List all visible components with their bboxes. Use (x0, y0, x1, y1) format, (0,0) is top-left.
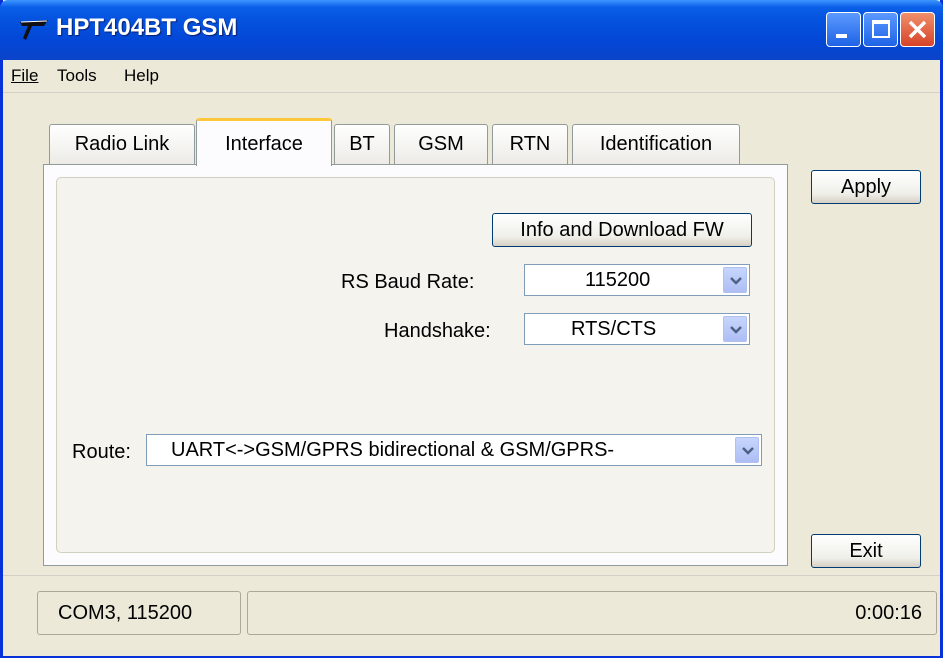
tab-label: BT (349, 133, 375, 155)
baud-rate-label: RS Baud Rate: (341, 271, 475, 293)
status-time-text: 0:00:16 (855, 602, 922, 624)
tab-interface[interactable]: Interface (196, 118, 332, 166)
main-window: HPT404BT GSM File Tools Help Radio Link … (0, 0, 943, 658)
status-port-panel: COM3, 115200 (37, 591, 241, 635)
tab-label: Radio Link (74, 133, 170, 155)
info-download-fw-button[interactable]: Info and Download FW (492, 213, 752, 247)
menu-file-label: File (11, 66, 39, 85)
baud-rate-select[interactable]: 115200 (524, 264, 750, 296)
menu-tools[interactable]: Tools (57, 66, 97, 86)
app-logo-icon (18, 18, 50, 42)
route-dropdown-button[interactable] (735, 437, 759, 463)
status-bar: COM3, 115200 0:00:16 (3, 575, 940, 656)
maximize-button[interactable] (863, 12, 898, 47)
status-port-text: COM3, 115200 (58, 602, 193, 624)
minimize-icon (836, 34, 847, 38)
route-label: Route: (72, 441, 131, 463)
tab-bt[interactable]: BT (334, 124, 390, 164)
handshake-value: RTS/CTS (571, 318, 657, 340)
tab-identification[interactable]: Identification (572, 124, 740, 164)
route-value: UART<->GSM/GPRS bidirectional & GSM/GPRS… (171, 439, 615, 461)
chevron-down-icon (730, 277, 742, 285)
chevron-down-icon (742, 447, 754, 455)
tab-gsm[interactable]: GSM (394, 124, 488, 164)
handshake-dropdown-button[interactable] (723, 316, 747, 342)
minimize-button[interactable] (826, 12, 861, 47)
tab-rtn[interactable]: RTN (492, 124, 568, 164)
exit-label: Exit (849, 540, 883, 562)
menu-tools-label: Tools (57, 66, 97, 85)
handshake-label: Handshake: (384, 320, 491, 342)
route-select[interactable]: UART<->GSM/GPRS bidirectional & GSM/GPRS… (146, 434, 762, 466)
info-download-fw-label: Info and Download FW (520, 219, 724, 241)
tab-label: Interface (225, 133, 303, 155)
window-title: HPT404BT GSM (56, 14, 238, 41)
baud-rate-value: 115200 (585, 269, 651, 291)
menu-help[interactable]: Help (124, 66, 159, 86)
menu-help-label: Help (124, 66, 159, 85)
maximize-icon (872, 20, 890, 38)
title-bar[interactable]: HPT404BT GSM (0, 0, 943, 60)
tab-radio-link[interactable]: Radio Link (49, 124, 195, 164)
chevron-down-icon (730, 326, 742, 334)
menu-bar: File Tools Help (3, 60, 940, 93)
tab-label: Identification (599, 133, 713, 155)
tab-label: RTN (509, 133, 551, 155)
close-button[interactable] (900, 12, 935, 47)
exit-button[interactable]: Exit (811, 534, 921, 568)
interface-tab-panel: Info and Download FW RS Baud Rate: 11520… (43, 164, 788, 566)
close-icon (908, 20, 927, 39)
handshake-select[interactable]: RTS/CTS (524, 313, 750, 345)
apply-label: Apply (840, 176, 892, 198)
status-time-panel: 0:00:16 (247, 591, 937, 635)
apply-button[interactable]: Apply (811, 170, 921, 204)
baud-rate-dropdown-button[interactable] (723, 267, 747, 293)
tab-label: GSM (418, 133, 464, 155)
menu-file[interactable]: File (11, 66, 38, 86)
